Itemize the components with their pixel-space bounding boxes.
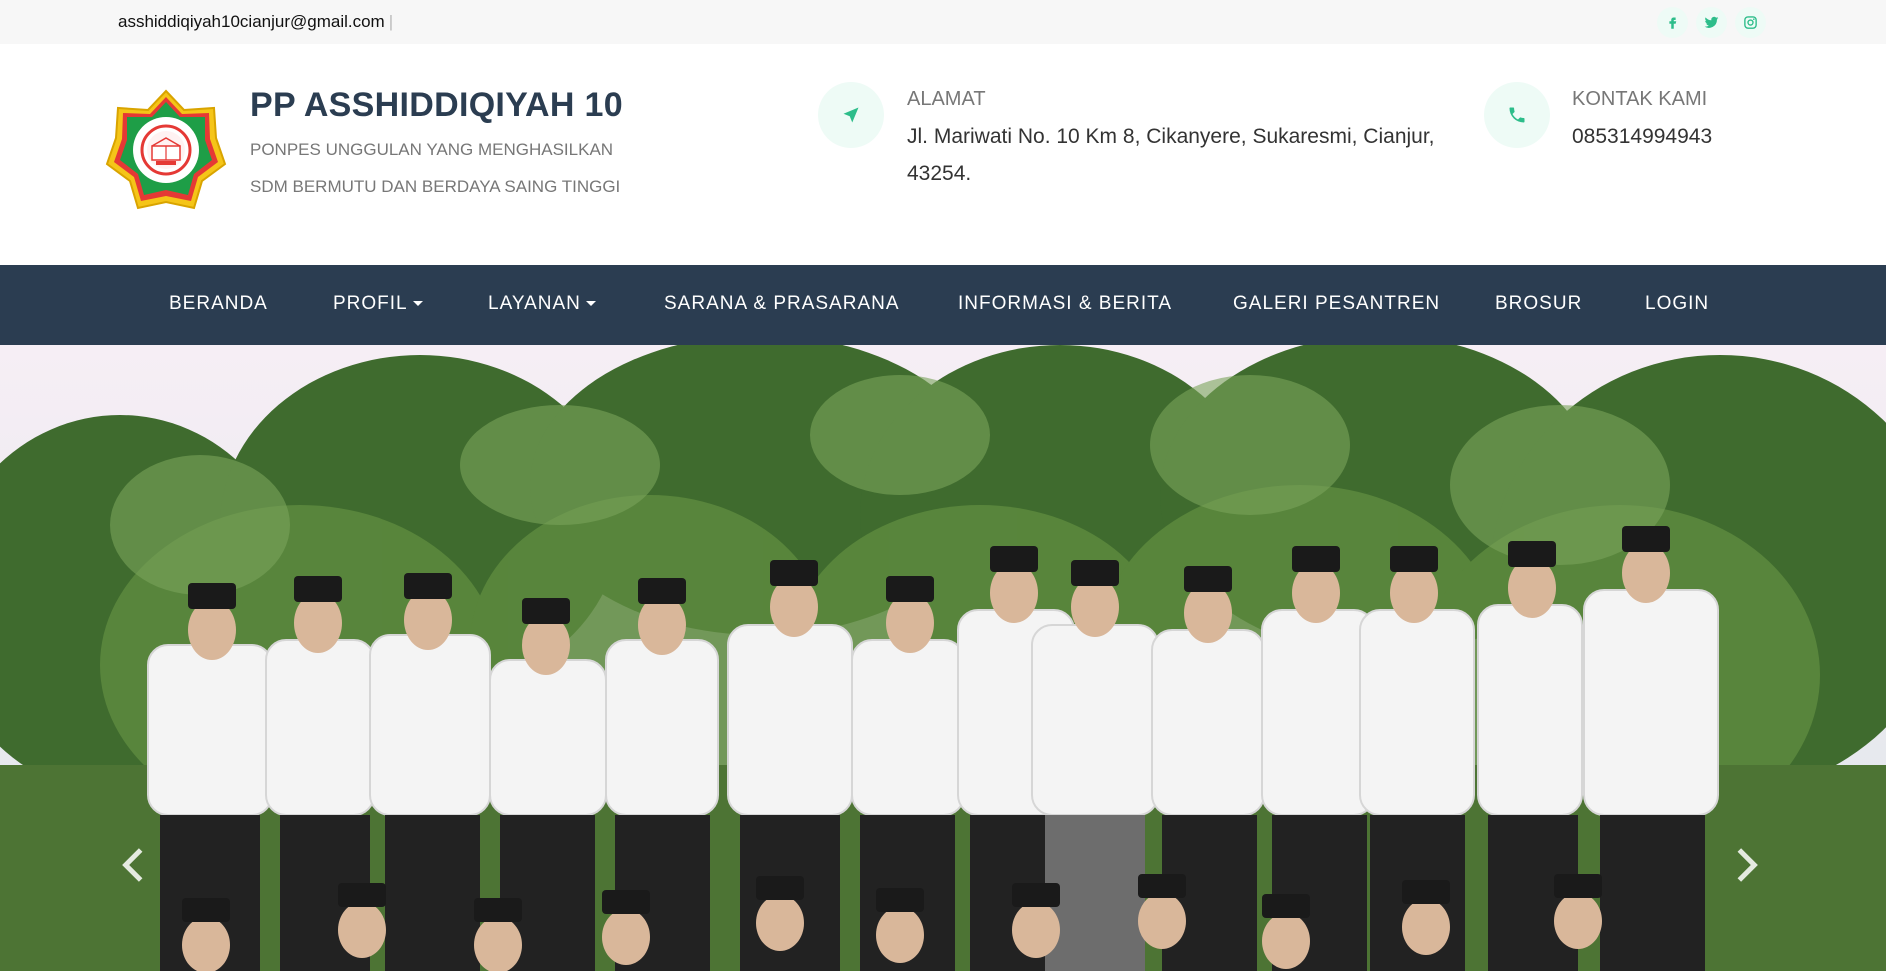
site-header: PP ASSHIDDIQIYAH 10 PONPES UNGGULAN YANG… bbox=[0, 44, 1886, 265]
nav-item-informasi-berita[interactable]: INFORMASI & BERITA bbox=[958, 293, 1172, 315]
nav-label: PROFIL bbox=[333, 293, 408, 314]
phone-number[interactable]: 085314994943 bbox=[1572, 118, 1712, 155]
twitter-icon[interactable] bbox=[1696, 7, 1727, 38]
hero-carousel bbox=[0, 345, 1886, 971]
pesantren-logo[interactable] bbox=[104, 88, 228, 212]
caret-down-icon bbox=[412, 301, 423, 307]
email-text: asshiddiqiyah10cianjur@gmail.com | bbox=[118, 12, 393, 32]
nav-item-layanan[interactable]: LAYANAN bbox=[488, 293, 596, 315]
top-bar: asshiddiqiyah10cianjur@gmail.com | bbox=[0, 0, 1886, 44]
nav-label: GALERI PESANTREN bbox=[1233, 293, 1441, 314]
nav-label: INFORMASI & BERITA bbox=[958, 293, 1173, 314]
nav-item-beranda[interactable]: BERANDA bbox=[169, 293, 268, 315]
nav-item-sarana-prasarana[interactable]: SARANA & PRASARANA bbox=[664, 293, 900, 315]
nav-item-profil[interactable]: PROFIL bbox=[333, 293, 423, 315]
main-nav: BERANDA PROFIL LAYANAN SARANA & PRASARAN… bbox=[0, 265, 1886, 345]
nav-item-brosur[interactable]: BROSUR bbox=[1495, 293, 1582, 315]
nav-label: SARANA & PRASARANA bbox=[664, 293, 900, 314]
site-tagline-line2: SDM BERMUTU DAN BERDAYA SAING TINGGI bbox=[250, 177, 621, 196]
phone-icon bbox=[1484, 82, 1550, 148]
social-links bbox=[1657, 7, 1766, 38]
nav-item-galeri-pesantren[interactable]: GALERI PESANTREN bbox=[1233, 293, 1440, 315]
facebook-icon[interactable] bbox=[1657, 7, 1688, 38]
email-address: asshiddiqiyah10cianjur@gmail.com bbox=[118, 12, 385, 31]
carousel-prev-icon[interactable] bbox=[114, 845, 154, 885]
email-separator: | bbox=[388, 12, 394, 31]
contact-label: KONTAK KAMI bbox=[1572, 88, 1708, 110]
nav-label: BERANDA bbox=[169, 293, 268, 314]
instagram-icon[interactable] bbox=[1735, 7, 1766, 38]
nav-label: BROSUR bbox=[1495, 293, 1583, 314]
nav-item-login[interactable]: LOGIN bbox=[1645, 293, 1709, 315]
nav-label: LOGIN bbox=[1645, 293, 1710, 314]
carousel-next-icon[interactable] bbox=[1726, 845, 1766, 885]
caret-down-icon bbox=[585, 301, 596, 307]
location-arrow-icon bbox=[818, 82, 884, 148]
site-tagline-line1: PONPES UNGGULAN YANG MENGHASILKAN bbox=[250, 140, 614, 159]
students-group-photo bbox=[0, 345, 1886, 971]
nav-label: LAYANAN bbox=[488, 293, 581, 314]
address-label: ALAMAT bbox=[907, 88, 986, 110]
site-title[interactable]: PP ASSHIDDIQIYAH 10 bbox=[250, 86, 623, 125]
address-text: Jl. Mariwati No. 10 Km 8, Cikanyere, Suk… bbox=[907, 125, 1435, 185]
